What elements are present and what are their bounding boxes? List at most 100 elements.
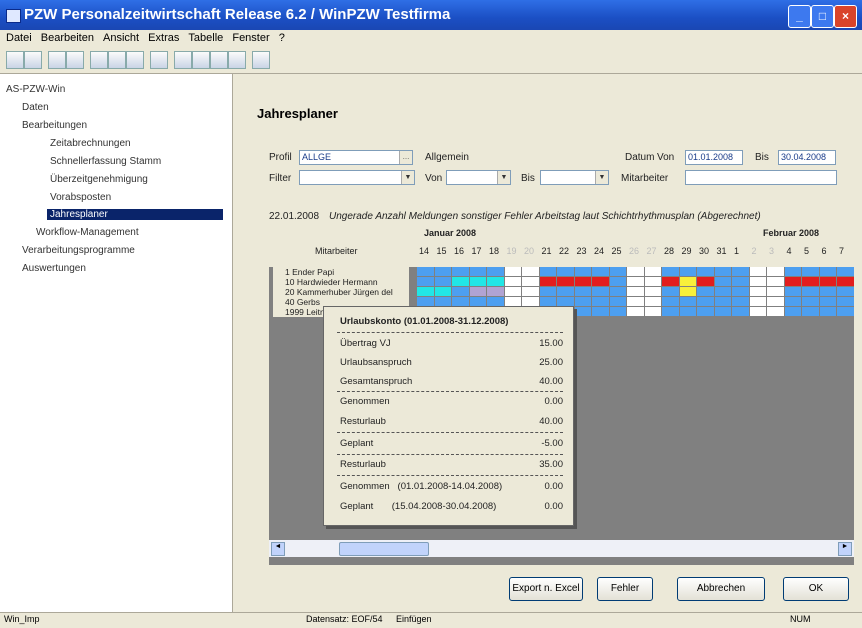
planner-cell[interactable] — [749, 267, 766, 276]
planner-cell[interactable] — [714, 297, 731, 306]
planner-cell[interactable] — [837, 267, 854, 276]
last-record-icon[interactable] — [228, 51, 246, 69]
planner-cell[interactable] — [557, 287, 574, 296]
next-record-icon[interactable] — [210, 51, 228, 69]
planner-cell[interactable] — [504, 287, 521, 296]
planner-cell[interactable] — [487, 267, 504, 276]
planner-cell[interactable] — [837, 287, 854, 296]
planner-cell[interactable] — [749, 277, 766, 286]
planner-cell[interactable] — [662, 297, 679, 306]
chevron-down-icon[interactable]: ▼ — [401, 171, 414, 184]
planner-cell[interactable] — [574, 287, 591, 296]
planner-cell[interactable] — [837, 307, 854, 316]
planner-cell[interactable] — [609, 287, 626, 296]
planner-cell[interactable] — [714, 307, 731, 316]
planner-cell[interactable] — [802, 287, 819, 296]
planner-cell[interactable] — [574, 307, 591, 316]
tree-auswertungen[interactable]: Auswertungen — [22, 263, 86, 274]
planner-cell[interactable] — [452, 277, 469, 286]
planner-cell[interactable] — [574, 297, 591, 306]
paste-icon[interactable] — [126, 51, 144, 69]
planner-cell[interactable] — [504, 277, 521, 286]
ok-button[interactable]: OK — [783, 577, 849, 601]
planner-cell[interactable] — [487, 287, 504, 296]
planner-cell[interactable] — [767, 307, 784, 316]
planner-cell[interactable] — [522, 267, 539, 276]
tree-item-schnellerfassung[interactable]: Schnellerfassung Stamm — [50, 156, 161, 167]
planner-cell[interactable] — [662, 307, 679, 316]
planner-cell[interactable] — [557, 277, 574, 286]
planner-cell[interactable] — [592, 297, 609, 306]
employee-row-label[interactable]: 20 Kammerhuber Jürgen del — [273, 287, 409, 297]
planner-cell[interactable] — [557, 297, 574, 306]
planner-cell[interactable] — [644, 267, 661, 276]
filter-von-select[interactable]: ▼ — [446, 170, 511, 185]
planner-cell[interactable] — [662, 287, 679, 296]
planner-cell[interactable] — [784, 287, 801, 296]
planner-cell[interactable] — [784, 307, 801, 316]
planner-cell[interactable] — [452, 297, 469, 306]
planner-cell[interactable] — [749, 297, 766, 306]
planner-cell[interactable] — [574, 277, 591, 286]
planner-cell[interactable] — [592, 287, 609, 296]
scroll-thumb[interactable] — [339, 542, 429, 556]
tree-item-zeitabrechnungen[interactable]: Zeitabrechnungen — [50, 138, 131, 149]
planner-cell[interactable] — [592, 267, 609, 276]
planner-cell[interactable] — [732, 287, 749, 296]
tree-verarbeitung[interactable]: Verarbeitungsprogramme — [22, 245, 135, 256]
scroll-right-icon[interactable]: ► — [838, 542, 852, 556]
planner-cell[interactable] — [452, 287, 469, 296]
planner-cell[interactable] — [819, 277, 836, 286]
planner-cell[interactable] — [609, 307, 626, 316]
planner-cell[interactable] — [802, 267, 819, 276]
planner-cell[interactable] — [767, 297, 784, 306]
minimize-button[interactable]: _ — [788, 5, 811, 28]
planner-cell[interactable] — [732, 267, 749, 276]
tree-bearbeitungen[interactable]: Bearbeitungen — [22, 120, 87, 131]
filter-bis-select[interactable]: ▼ — [540, 170, 609, 185]
profil-input[interactable]: ALLGE … — [299, 150, 413, 165]
first-record-icon[interactable] — [174, 51, 192, 69]
copy-icon[interactable] — [108, 51, 126, 69]
planner-cell[interactable] — [697, 307, 714, 316]
planner-cell[interactable] — [767, 267, 784, 276]
planner-cell[interactable] — [417, 297, 434, 306]
planner-cell[interactable] — [714, 267, 731, 276]
planner-cell[interactable] — [819, 267, 836, 276]
planner-cell[interactable] — [557, 267, 574, 276]
planner-cell[interactable] — [662, 277, 679, 286]
planner-cell[interactable] — [802, 277, 819, 286]
tree-item-jahresplaner[interactable]: Jahresplaner — [47, 209, 223, 220]
planner-cell[interactable] — [539, 297, 556, 306]
planner-cell[interactable] — [819, 307, 836, 316]
planner-cell[interactable] — [469, 277, 486, 286]
planner-cell[interactable] — [714, 277, 731, 286]
employee-row-label[interactable]: 1 Ender Papi — [273, 267, 409, 277]
planner-cell[interactable] — [784, 277, 801, 286]
planner-cell[interactable] — [749, 307, 766, 316]
date-to-input[interactable]: 30.04.2008 — [778, 150, 836, 165]
cut-icon[interactable] — [90, 51, 108, 69]
planner-cell[interactable] — [539, 277, 556, 286]
abbrechen-button[interactable]: Abbrechen — [677, 577, 765, 601]
planner-cell[interactable] — [592, 277, 609, 286]
planner-cell[interactable] — [662, 267, 679, 276]
planner-cell[interactable] — [679, 277, 696, 286]
planner-cell[interactable] — [539, 267, 556, 276]
planner-cell[interactable] — [627, 297, 644, 306]
planner-cell[interactable] — [802, 297, 819, 306]
employee-row-label[interactable]: 10 Hardwieder Hermann — [273, 277, 409, 287]
planner-cell[interactable] — [417, 287, 434, 296]
print-icon[interactable] — [48, 51, 66, 69]
planner-cell[interactable] — [767, 277, 784, 286]
planner-cell[interactable] — [627, 267, 644, 276]
planner-cell[interactable] — [819, 297, 836, 306]
tree-item-ueberzeit[interactable]: Überzeitgenehmigung — [50, 174, 148, 185]
planner-cell[interactable] — [522, 287, 539, 296]
planner-cell[interactable] — [434, 297, 451, 306]
preview-icon[interactable] — [66, 51, 84, 69]
planner-cell[interactable] — [644, 297, 661, 306]
planner-cell[interactable] — [837, 277, 854, 286]
planner-cell[interactable] — [487, 277, 504, 286]
planner-cell[interactable] — [609, 277, 626, 286]
